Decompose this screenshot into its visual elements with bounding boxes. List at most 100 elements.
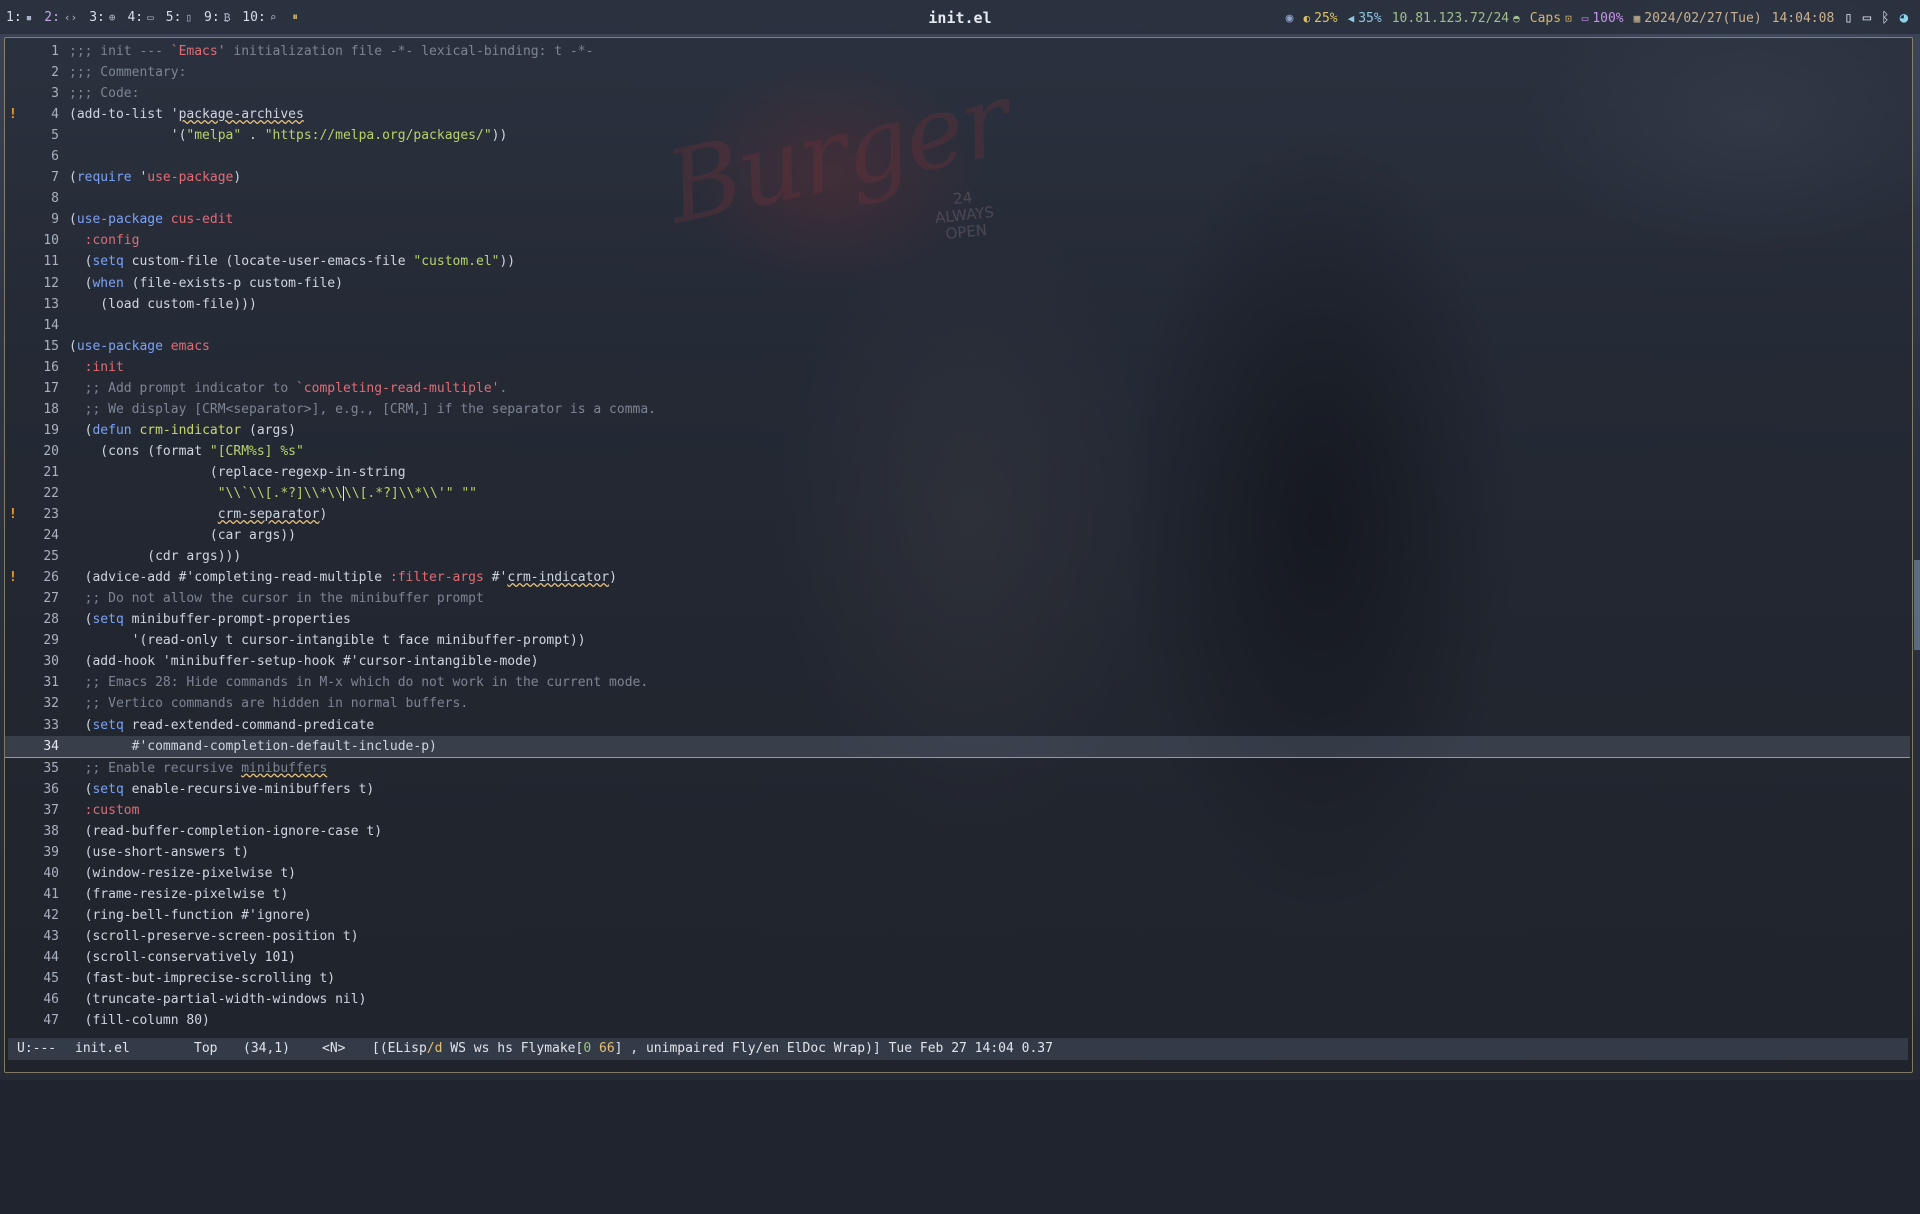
workspace-button[interactable]: 9: ₿ xyxy=(204,10,230,25)
workspace-button[interactable]: 3: ⊕ xyxy=(89,10,115,25)
code-line[interactable]: 45 (fast-but-imprecise-scrolling t) xyxy=(5,968,1910,989)
network-manager-icon[interactable]: ◕ xyxy=(1900,10,1908,26)
code-token: ;; We display [CRM<separator>], e.g., [C… xyxy=(69,401,656,417)
monitor-icon[interactable]: ▭ xyxy=(1863,10,1871,26)
volume-indicator[interactable]: ◀ 35% xyxy=(1348,11,1382,26)
flymake-warning-marker[interactable]: ! xyxy=(9,504,17,525)
code-line[interactable]: 35 ;; Enable recursive minibuffers xyxy=(5,758,1910,779)
wifi-icon: ◓ xyxy=(1513,11,1520,25)
code-line[interactable]: 25 (cdr args))) xyxy=(5,546,1910,567)
line-number: 9 xyxy=(51,212,59,228)
code-line[interactable]: 31 ;; Emacs 28: Hide commands in M-x whi… xyxy=(5,672,1910,693)
code-line[interactable]: 12 (when (file-exists-p custom-file) xyxy=(5,273,1910,294)
mode-list[interactable]: [(ELisp/d WS ws hs Flymake[0 66] , unimp… xyxy=(372,1038,1053,1060)
brightness-indicator[interactable]: ◐ 25% xyxy=(1304,11,1338,26)
line-code: ;;; Commentary: xyxy=(69,62,186,83)
code-token: ( xyxy=(69,781,93,797)
editor-buffer[interactable]: 1 ;;; init --- `Emacs' initialization fil… xyxy=(5,41,1910,1031)
code-token: ) xyxy=(319,507,328,523)
network-indicator[interactable]: 10.81.123.72/24 ◓ xyxy=(1392,11,1520,26)
code-line[interactable]: 42 (ring-bell-function #'ignore) xyxy=(5,905,1910,926)
code-line[interactable]: 21 (replace-regexp-in-string xyxy=(5,462,1910,483)
battery-indicator[interactable]: ▭ 100% xyxy=(1582,11,1624,26)
code-line[interactable]: 32 ;; Vertico commands are hidden in nor… xyxy=(5,693,1910,714)
code-line[interactable]: 43 (scroll-preserve-screen-position t) xyxy=(5,926,1910,947)
clock[interactable]: 14:04:08 xyxy=(1772,11,1835,26)
code-line[interactable]: 14 xyxy=(5,315,1910,336)
code-line[interactable]: 37 :custom xyxy=(5,800,1910,821)
code-token: (scroll-conservatively 101) xyxy=(69,950,296,966)
code-line[interactable]: 20 (cons (format "[CRM%s] %s" xyxy=(5,441,1910,462)
code-line[interactable]: 16 :init xyxy=(5,357,1910,378)
code-token: package-archives xyxy=(178,107,304,123)
code-line[interactable]: ! 26 (advice-add #'completing-read-multip… xyxy=(5,567,1910,588)
line-code: (fast-but-imprecise-scrolling t) xyxy=(69,968,335,989)
code-line[interactable]: 39 (use-short-answers t) xyxy=(5,842,1910,863)
code-line[interactable]: 5 '("melpa" . "https://melpa.org/package… xyxy=(5,125,1910,146)
code-line[interactable]: 24 (car args)) xyxy=(5,525,1910,546)
code-token: ;; Emacs 28: Hide commands in M-x which … xyxy=(69,675,649,691)
code-line[interactable]: 28 (setq minibuffer-prompt-properties xyxy=(5,609,1910,630)
code-line[interactable]: 30 (add-hook 'minibuffer-setup-hook #'cu… xyxy=(5,651,1910,672)
phone-icon[interactable]: ▯ xyxy=(1844,10,1852,26)
code-line[interactable]: ! 4 (add-to-list 'package-archives xyxy=(5,104,1910,125)
code-line[interactable]: 17 ;; Add prompt indicator to `completin… xyxy=(5,378,1910,399)
code-line[interactable]: 10 :config xyxy=(5,230,1910,251)
buffer-name[interactable]: init.el xyxy=(75,1038,130,1060)
line-number: 42 xyxy=(43,907,59,923)
date-indicator[interactable]: ▦ 2024/02/27(Tue) xyxy=(1634,11,1762,26)
workspace-button[interactable]: 1: ▪ xyxy=(6,10,32,25)
workspace-number: 2: xyxy=(44,10,60,25)
flymake-warning-marker[interactable]: ! xyxy=(9,567,17,588)
eye-icon[interactable]: ◉ xyxy=(1286,11,1294,26)
code-line[interactable]: 33 (setq read-extended-command-predicate xyxy=(5,715,1910,736)
code-line[interactable]: 18 ;; We display [CRM<separator>], e.g.,… xyxy=(5,399,1910,420)
workspace-button[interactable]: 10: ⌕ xyxy=(242,10,276,25)
code-line[interactable]: 15 (use-package emacs xyxy=(5,336,1910,357)
code-token: use-package xyxy=(76,338,163,354)
code-line[interactable]: 41 (frame-resize-pixelwise t) xyxy=(5,884,1910,905)
line-code: ;; Emacs 28: Hide commands in M-x which … xyxy=(69,672,649,693)
code-token: ;;; init --- xyxy=(69,44,171,59)
code-line[interactable]: 44 (scroll-conservatively 101) xyxy=(5,947,1910,968)
code-line[interactable]: 1 ;;; init --- `Emacs' initialization fil… xyxy=(5,41,1910,62)
workspace-button[interactable]: 4: ▭ xyxy=(127,10,153,25)
code-token: setq xyxy=(92,612,124,628)
line-code: (window-resize-pixelwise t) xyxy=(69,863,296,884)
code-line[interactable]: ! 23 crm-separator) xyxy=(5,504,1910,525)
code-line[interactable]: 13 (load custom-file))) xyxy=(5,294,1910,315)
code-line[interactable]: 7 (require 'use-package) xyxy=(5,167,1910,188)
workspace-button[interactable]: 5: ▯ xyxy=(166,10,192,25)
pause-icon[interactable]: ⏸ xyxy=(292,10,298,25)
code-line[interactable]: 34 #'command-completion-default-include-… xyxy=(5,735,1910,758)
line-code: (use-package cus-edit xyxy=(69,209,233,230)
code-line[interactable]: 11 (setq custom-file (locate-user-emacs-… xyxy=(5,251,1910,272)
code-line[interactable]: 19 (defun crm-indicator (args) xyxy=(5,420,1910,441)
code-line[interactable]: 3 ;;; Code: xyxy=(5,83,1910,104)
code-line[interactable]: 29 '(read-only t cursor-intangible t fac… xyxy=(5,630,1910,651)
line-code: "\\`\\[.*?]\\*\\\\[.*?]\\*\\'" "" xyxy=(69,483,477,504)
code-line[interactable]: 38 (read-buffer-completion-ignore-case t… xyxy=(5,821,1910,842)
code-token: . xyxy=(499,380,508,396)
code-line[interactable]: 6 xyxy=(5,146,1910,167)
workspace-button[interactable]: 2: ‹› xyxy=(44,10,77,25)
bitcoin-icon: ₿ xyxy=(223,10,231,24)
flymake-warning-marker[interactable]: ! xyxy=(9,104,17,125)
code-token: (frame-resize-pixelwise t) xyxy=(69,886,289,902)
line-number: 16 xyxy=(43,359,59,375)
bluetooth-icon[interactable]: ᛒ xyxy=(1881,10,1889,26)
code-line[interactable]: 36 (setq enable-recursive-minibuffers t) xyxy=(5,779,1910,800)
code-line[interactable]: 22 "\\`\\[.*?]\\*\\\\[.*?]\\*\\'" "" xyxy=(5,483,1910,504)
line-number: 23 xyxy=(43,507,59,523)
code-line[interactable]: 9 (use-package cus-edit xyxy=(5,209,1910,230)
line-code: (scroll-preserve-screen-position t) xyxy=(69,926,359,947)
line-code: ;; We display [CRM<separator>], e.g., [C… xyxy=(69,399,656,420)
code-token: #' xyxy=(483,570,508,586)
code-line[interactable]: 40 (window-resize-pixelwise t) xyxy=(5,863,1910,884)
code-line[interactable]: 46 (truncate-partial-width-windows nil) xyxy=(5,989,1910,1010)
code-line[interactable]: 47 (fill-column 80) xyxy=(5,1010,1910,1031)
code-line[interactable]: 8 xyxy=(5,188,1910,209)
ip-address: 10.81.123.72/24 xyxy=(1391,10,1510,26)
code-line[interactable]: 27 ;; Do not allow the cursor in the min… xyxy=(5,588,1910,609)
code-line[interactable]: 2 ;;; Commentary: xyxy=(5,62,1910,83)
